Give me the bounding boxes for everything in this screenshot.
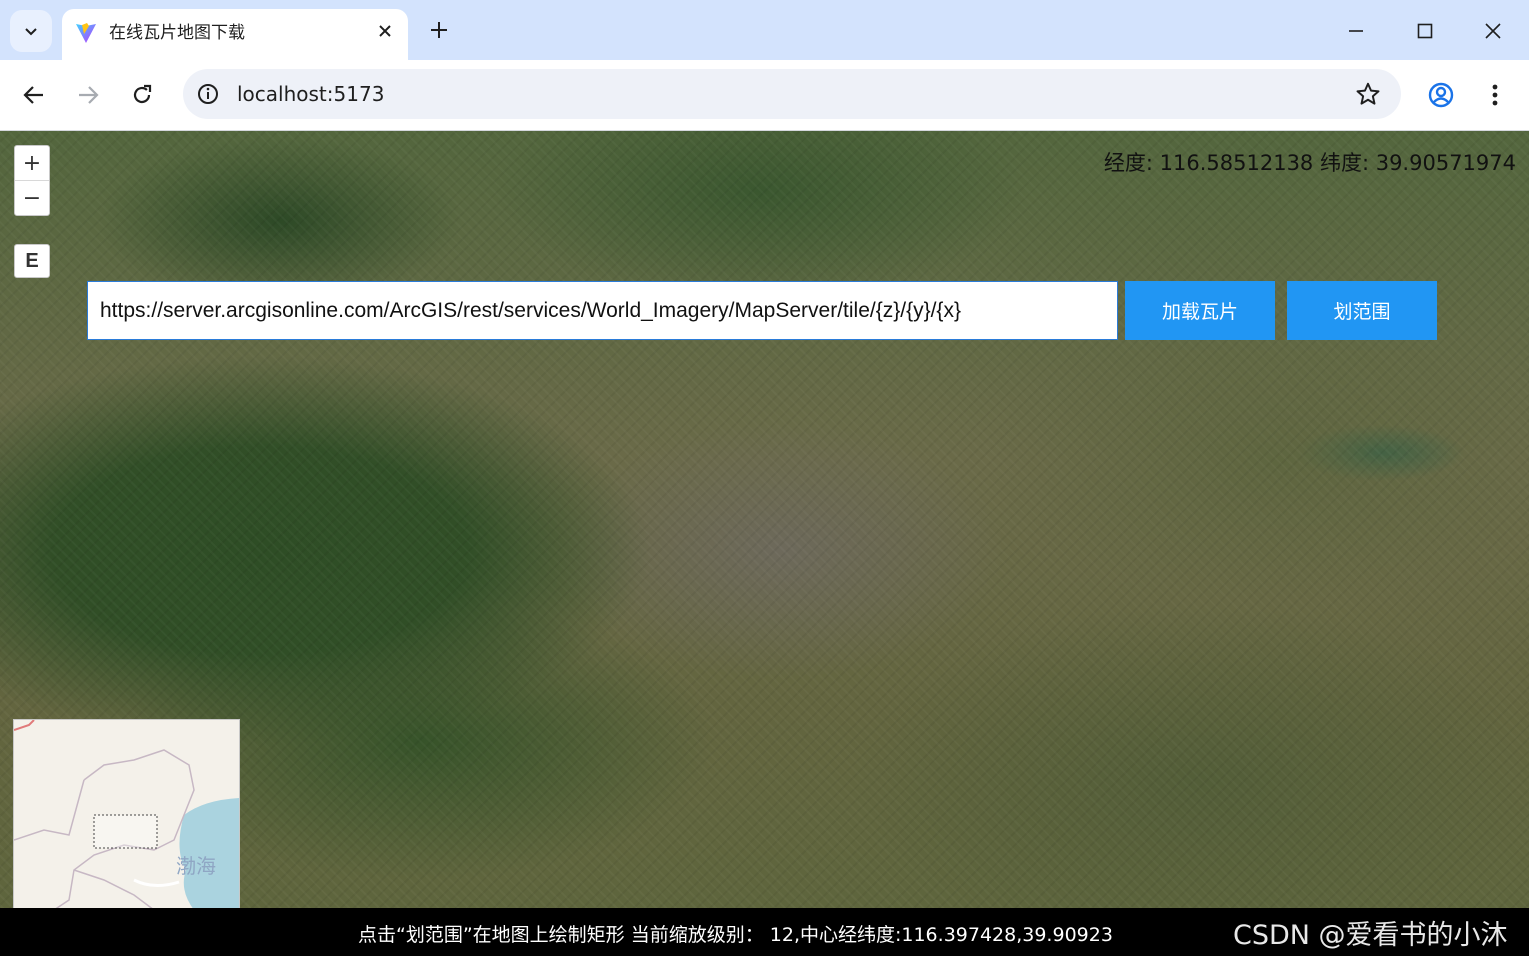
- minimize-icon[interactable]: [1334, 10, 1378, 52]
- zoom-to-extent-button[interactable]: E: [14, 244, 50, 278]
- draw-extent-button[interactable]: 划范围: [1287, 281, 1437, 340]
- close-window-icon[interactable]: [1471, 10, 1515, 52]
- star-icon[interactable]: [1355, 81, 1381, 107]
- back-arrow-icon[interactable]: [18, 79, 50, 111]
- profile-icon[interactable]: [1425, 79, 1457, 111]
- tab-strip: 在线瓦片地图下载: [0, 0, 1529, 60]
- overview-map-drawing: [14, 720, 239, 910]
- zoom-in-button[interactable]: +: [15, 146, 49, 180]
- overview-sea-label: 渤海: [176, 854, 216, 878]
- maximize-icon[interactable]: [1403, 10, 1447, 52]
- mouse-position-readout: 经度: 116.58512138 纬度: 39.90571974: [1103, 151, 1516, 175]
- overview-map[interactable]: 渤海: [13, 719, 240, 911]
- active-tab[interactable]: 在线瓦片地图下载: [62, 9, 408, 60]
- chevron-down-icon: [25, 28, 37, 36]
- zoom-out-button[interactable]: −: [15, 180, 49, 215]
- page-viewport: + − E 经度: 116.58512138 纬度: 39.90571974 h…: [0, 131, 1529, 956]
- status-text: 点击“划范围”在地图上绘制矩形 当前缩放级别： 12,中心经纬度:116.397…: [358, 924, 1113, 946]
- forward-arrow-icon[interactable]: [72, 79, 104, 111]
- address-url[interactable]: localhost:5173: [237, 81, 384, 107]
- zoom-control: + −: [14, 145, 50, 216]
- close-icon[interactable]: [374, 20, 396, 42]
- tile-url-input[interactable]: https://server.arcgisonline.com/ArcGIS/r…: [87, 281, 1118, 340]
- browser-toolbar: localhost:5173: [0, 60, 1529, 131]
- vite-logo-icon: [76, 23, 96, 43]
- csdn-watermark: CSDN @爱看书的小沐: [1233, 920, 1508, 951]
- more-vert-icon[interactable]: [1480, 79, 1510, 111]
- tab-title: 在线瓦片地图下载: [109, 23, 245, 43]
- load-tiles-button[interactable]: 加载瓦片: [1125, 281, 1275, 340]
- info-icon[interactable]: [196, 82, 220, 106]
- status-bar: 点击“划范围”在地图上绘制矩形 当前缩放级别： 12,中心经纬度:116.397…: [0, 908, 1529, 956]
- plus-icon[interactable]: [425, 16, 453, 44]
- browser-window: 在线瓦片地图下载 localhost:5173 + − E 经度: 116.58…: [0, 0, 1529, 956]
- address-bar[interactable]: localhost:5173: [183, 69, 1401, 119]
- tab-search-button[interactable]: [10, 10, 52, 52]
- reload-icon[interactable]: [126, 79, 158, 111]
